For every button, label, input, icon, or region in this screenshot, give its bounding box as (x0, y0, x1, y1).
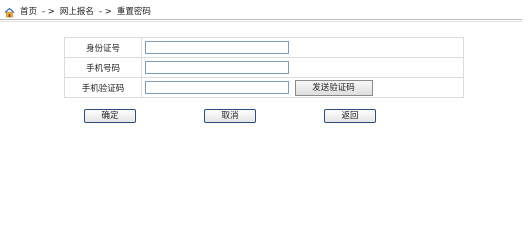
id-number-label: 身份证号 (64, 37, 142, 58)
breadcrumb-separator: - > (42, 7, 55, 17)
form-row-id: 身份证号 (64, 37, 464, 58)
phone-number-input[interactable] (145, 61, 289, 74)
breadcrumb-separator: - > (98, 7, 112, 17)
form-row-code: 手机验证码 发送验证码 (64, 77, 464, 98)
verification-code-label: 手机验证码 (64, 77, 142, 98)
home-icon (4, 7, 15, 18)
cancel-button[interactable]: 取消 (204, 109, 256, 123)
header-divider (0, 19, 522, 20)
phone-number-label: 手机号码 (64, 57, 142, 78)
verification-code-input[interactable] (145, 81, 289, 94)
breadcrumb: 首页 - > 网上报名 - > 重置密码 (4, 5, 151, 19)
back-button[interactable]: 返回 (324, 109, 376, 123)
confirm-button[interactable]: 确定 (84, 109, 136, 123)
breadcrumb-online-registration[interactable]: 网上报名 (60, 6, 94, 18)
breadcrumb-home[interactable]: 首页 (20, 6, 37, 18)
id-number-input[interactable] (145, 41, 289, 54)
breadcrumb-reset-password: 重置密码 (116, 7, 151, 17)
form-row-phone: 手机号码 (64, 57, 464, 78)
send-code-button[interactable]: 发送验证码 (294, 79, 373, 96)
header-divider-shadow (0, 21, 522, 22)
reset-password-form: 身份证号 手机号码 手机验证码 发送验证码 (64, 37, 464, 98)
